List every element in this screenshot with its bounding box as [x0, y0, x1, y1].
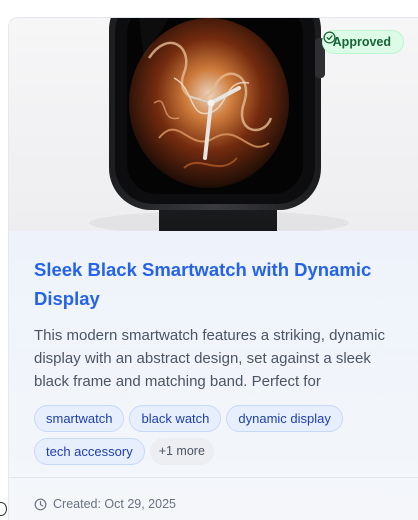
tag-list: smartwatch black watch dynamic display t…: [34, 405, 414, 465]
created-date: Created: Oct 29, 2025: [34, 497, 176, 511]
tag-chip[interactable]: black watch: [129, 405, 222, 432]
product-image[interactable]: Approved: [9, 18, 418, 231]
check-circle-icon: [323, 31, 336, 44]
tag-chip[interactable]: smartwatch: [34, 405, 125, 432]
created-date-label: Created: Oct 29, 2025: [53, 497, 176, 511]
clock-icon: [34, 498, 47, 510]
tag-chip[interactable]: tech accessory: [34, 438, 145, 465]
card-content: Sleek Black Smartwatch with Dynamic Disp…: [9, 231, 418, 520]
product-card[interactable]: Approved Sleek Black Smartwatch with Dyn…: [8, 17, 418, 520]
product-description: This modern smartwatch features a striki…: [34, 327, 385, 390]
cursor-marker-icon: [0, 502, 7, 516]
tag-chip[interactable]: dynamic display: [226, 405, 343, 432]
footer-divider: [9, 477, 418, 478]
product-title[interactable]: Sleek Black Smartwatch with Dynamic Disp…: [34, 255, 394, 313]
more-tags-chip[interactable]: +1 more: [149, 438, 214, 465]
status-badge-label: Approved: [332, 35, 391, 49]
status-badge: Approved: [321, 30, 404, 54]
